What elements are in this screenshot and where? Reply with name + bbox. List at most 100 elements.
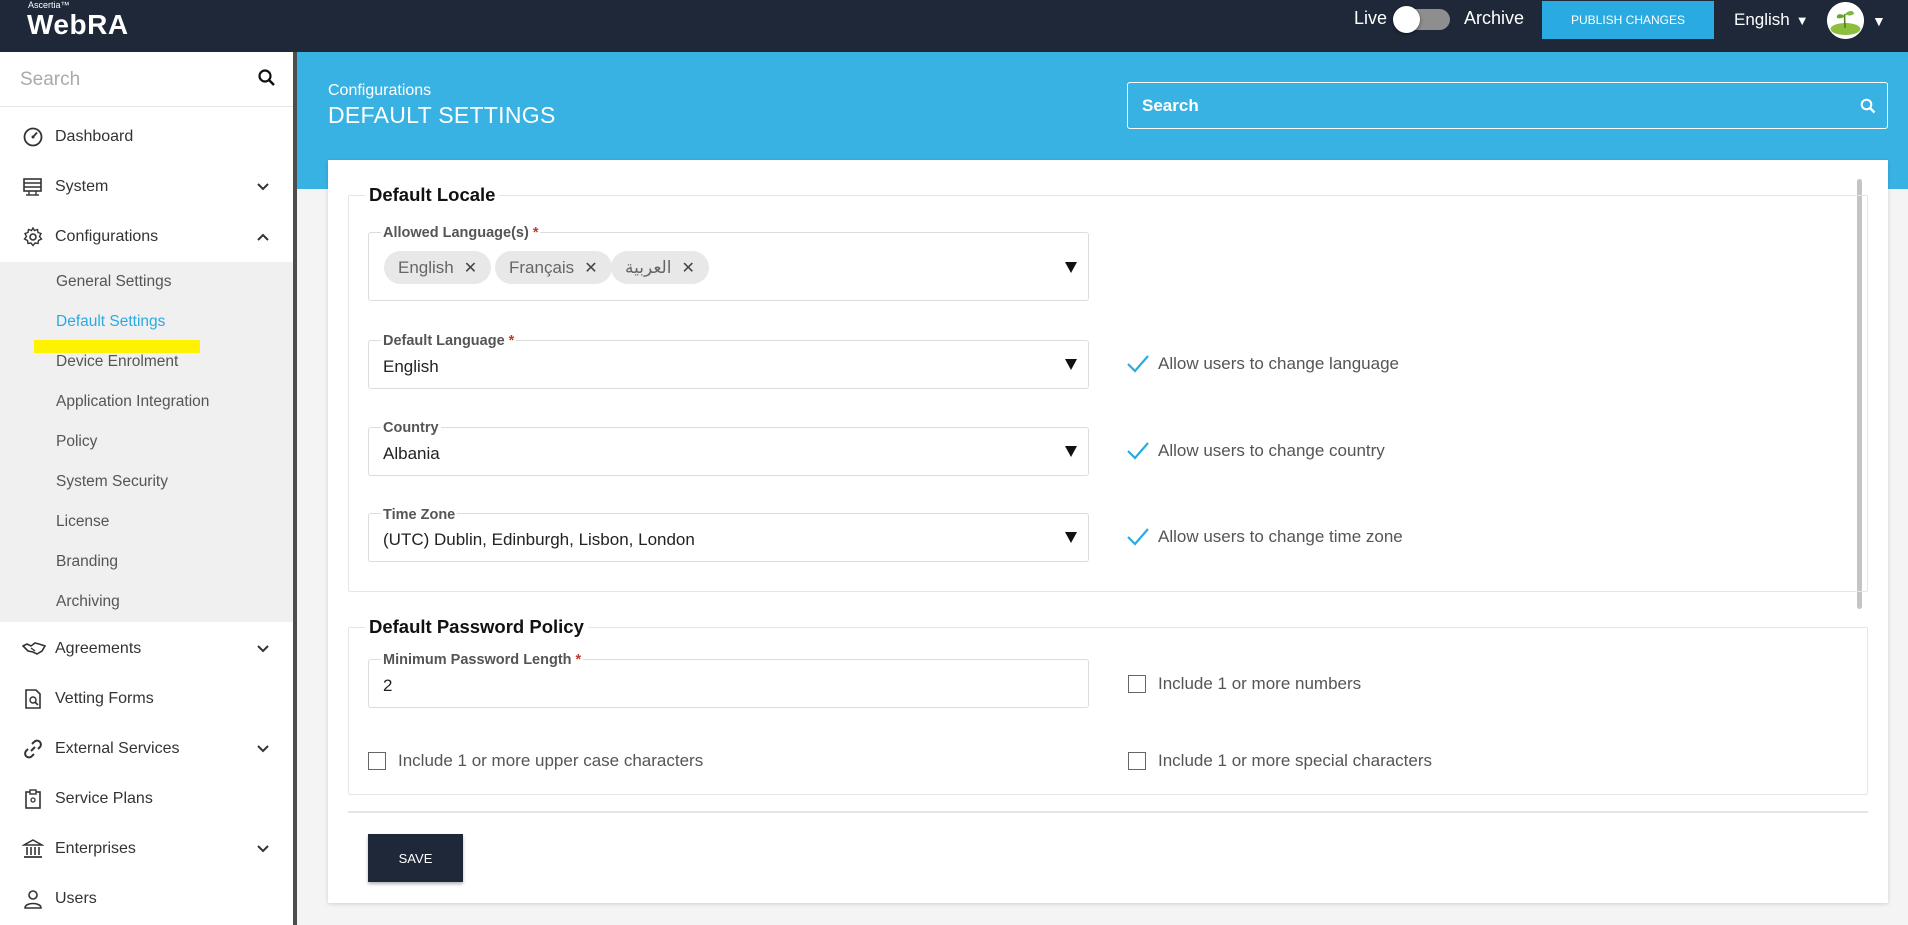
top-bar: Ascertia™ WebRA Live Archive PUBLISH CHA… xyxy=(0,0,1908,52)
caret-down-icon[interactable] xyxy=(1065,359,1077,370)
sidebar-item-users[interactable]: Users xyxy=(0,876,293,922)
include-numbers-checkbox[interactable]: Include 1 or more numbers xyxy=(1128,674,1361,694)
sidebar-item-vetting-forms[interactable]: Vetting Forms xyxy=(0,676,293,722)
handshake-icon xyxy=(21,638,47,660)
submenu-item-policy[interactable]: Policy xyxy=(56,433,97,451)
speedometer-icon xyxy=(22,126,44,148)
language-chip: English ✕ xyxy=(384,251,492,284)
submenu-item-branding[interactable]: Branding xyxy=(56,553,118,571)
page-search-input[interactable] xyxy=(1142,94,1822,118)
sidebar-item-label: Dashboard xyxy=(55,128,134,145)
sidebar-item-label: External Services xyxy=(55,740,180,757)
caret-down-icon[interactable] xyxy=(1065,532,1077,543)
checkbox-box xyxy=(368,752,386,770)
archive-label: Archive xyxy=(1464,8,1525,28)
default-locale-legend: Default Locale xyxy=(365,184,500,206)
sidebar-item-service-plans[interactable]: Service Plans xyxy=(0,776,293,822)
chevron-down-icon xyxy=(256,642,270,656)
gear-icon xyxy=(22,226,44,248)
user-menu[interactable]: ▼ xyxy=(1827,2,1886,39)
sidebar-item-enterprises[interactable]: Enterprises xyxy=(0,826,293,872)
checkbox-label: Include 1 or more upper case characters xyxy=(398,751,704,770)
server-icon xyxy=(22,176,44,198)
clipboard-icon xyxy=(22,788,44,810)
allow-change-timezone-checkbox[interactable]: Allow users to change time zone xyxy=(1126,526,1403,548)
chevron-down-icon xyxy=(256,742,270,756)
chip-label: English xyxy=(398,257,454,277)
breadcrumb[interactable]: Configurations xyxy=(328,82,431,100)
caret-down-icon[interactable] xyxy=(1065,262,1077,273)
checkbox-label: Allow users to change country xyxy=(1158,441,1385,460)
search-icon[interactable] xyxy=(1860,98,1876,119)
checkbox-label: Include 1 or more numbers xyxy=(1158,674,1362,693)
timezone-label: Time Zone xyxy=(381,507,458,523)
country-select[interactable]: Albania xyxy=(368,427,1089,476)
sidebar-item-label: Vetting Forms xyxy=(55,690,154,707)
default-language-value: English xyxy=(383,357,439,376)
chip-label: Français xyxy=(509,257,575,277)
country-label: Country xyxy=(381,420,441,436)
chip-label: العربية xyxy=(625,257,672,277)
page-search xyxy=(1127,82,1888,129)
sidebar-item-label: Users xyxy=(55,890,97,907)
sidebar-item-system[interactable]: System xyxy=(0,164,293,210)
sidebar-item-dashboard[interactable]: Dashboard xyxy=(0,114,293,160)
chevron-down-icon xyxy=(256,180,270,194)
submenu-item-default-settings[interactable]: Default Settings xyxy=(56,313,165,331)
caret-down-icon[interactable] xyxy=(1065,446,1077,457)
sidebar-item-label: Agreements xyxy=(55,640,142,657)
checkbox-box xyxy=(1128,752,1146,770)
checkmark-icon xyxy=(1127,442,1149,460)
close-icon[interactable]: ✕ xyxy=(464,258,477,278)
submenu-item-application-integration[interactable]: Application Integration xyxy=(56,393,209,411)
allow-change-language-checkbox[interactable]: Allow users to change language xyxy=(1126,353,1399,375)
allowed-languages-multiselect[interactable]: English ✕ Français ✕ العربية ✕ xyxy=(368,232,1089,301)
checkbox-label: Allow users to change language xyxy=(1158,354,1399,373)
caret-down-icon: ▼ xyxy=(1872,12,1886,29)
caret-down-icon: ▼ xyxy=(1795,12,1809,28)
chevron-up-icon xyxy=(256,230,270,244)
allowed-languages-label: Allowed Language(s) * xyxy=(381,225,541,241)
submenu-item-license[interactable]: License xyxy=(56,513,109,531)
save-button[interactable]: SAVE xyxy=(368,834,463,882)
page-title: DEFAULT SETTINGS xyxy=(328,102,556,128)
sidebar-item-agreements[interactable]: Agreements xyxy=(0,626,293,672)
language-chip: العربية ✕ xyxy=(611,251,709,284)
submenu-item-archiving[interactable]: Archiving xyxy=(56,593,120,611)
sidebar-item-external-services[interactable]: External Services xyxy=(0,726,293,772)
divider xyxy=(348,811,1868,813)
link-icon xyxy=(22,738,44,760)
live-label: Live xyxy=(1354,8,1388,28)
country-value: Albania xyxy=(383,444,440,463)
bank-icon xyxy=(21,838,45,860)
language-dropdown[interactable]: English ▼ xyxy=(1734,10,1809,30)
min-password-length-label: Minimum Password Length * xyxy=(381,652,584,668)
search-icon[interactable] xyxy=(258,69,276,92)
live-archive-toggle[interactable] xyxy=(1393,6,1450,33)
close-icon[interactable]: ✕ xyxy=(584,258,597,278)
include-upper-case-checkbox[interactable]: Include 1 or more upper case characters xyxy=(368,751,703,771)
checkbox-box xyxy=(1128,675,1146,693)
sidebar-search-input[interactable] xyxy=(20,65,250,95)
publish-changes-button[interactable]: PUBLISH CHANGES xyxy=(1542,1,1714,39)
sidebar-item-label: Service Plans xyxy=(55,790,153,807)
language-chip: Français ✕ xyxy=(495,251,612,284)
sidebar-item-label: System xyxy=(55,178,109,195)
logo-product-name: WebRA xyxy=(27,9,129,40)
language-label: English xyxy=(1734,10,1790,29)
min-password-length-value: 2 xyxy=(383,676,393,695)
submenu-item-general-settings[interactable]: General Settings xyxy=(56,273,171,291)
allow-change-country-checkbox[interactable]: Allow users to change country xyxy=(1126,440,1385,462)
timezone-select[interactable]: (UTC) Dublin, Edinburgh, Lisbon, London xyxy=(368,513,1089,562)
submenu-item-system-security[interactable]: System Security xyxy=(56,473,168,491)
sidebar-item-configurations[interactable]: Configurations xyxy=(0,214,293,260)
timezone-value: (UTC) Dublin, Edinburgh, Lisbon, London xyxy=(383,530,695,549)
sidebar: Dashboard System Configurations General … xyxy=(0,52,293,925)
checkbox-label: Include 1 or more special characters xyxy=(1158,751,1433,770)
close-icon[interactable]: ✕ xyxy=(681,258,694,278)
include-special-checkbox[interactable]: Include 1 or more special characters xyxy=(1128,751,1432,771)
sidebar-search xyxy=(0,52,293,107)
chevron-down-icon xyxy=(256,842,270,856)
sidebar-item-label: Configurations xyxy=(55,228,159,245)
submenu-item-device-enrolment[interactable]: Device Enrolment xyxy=(56,353,178,371)
